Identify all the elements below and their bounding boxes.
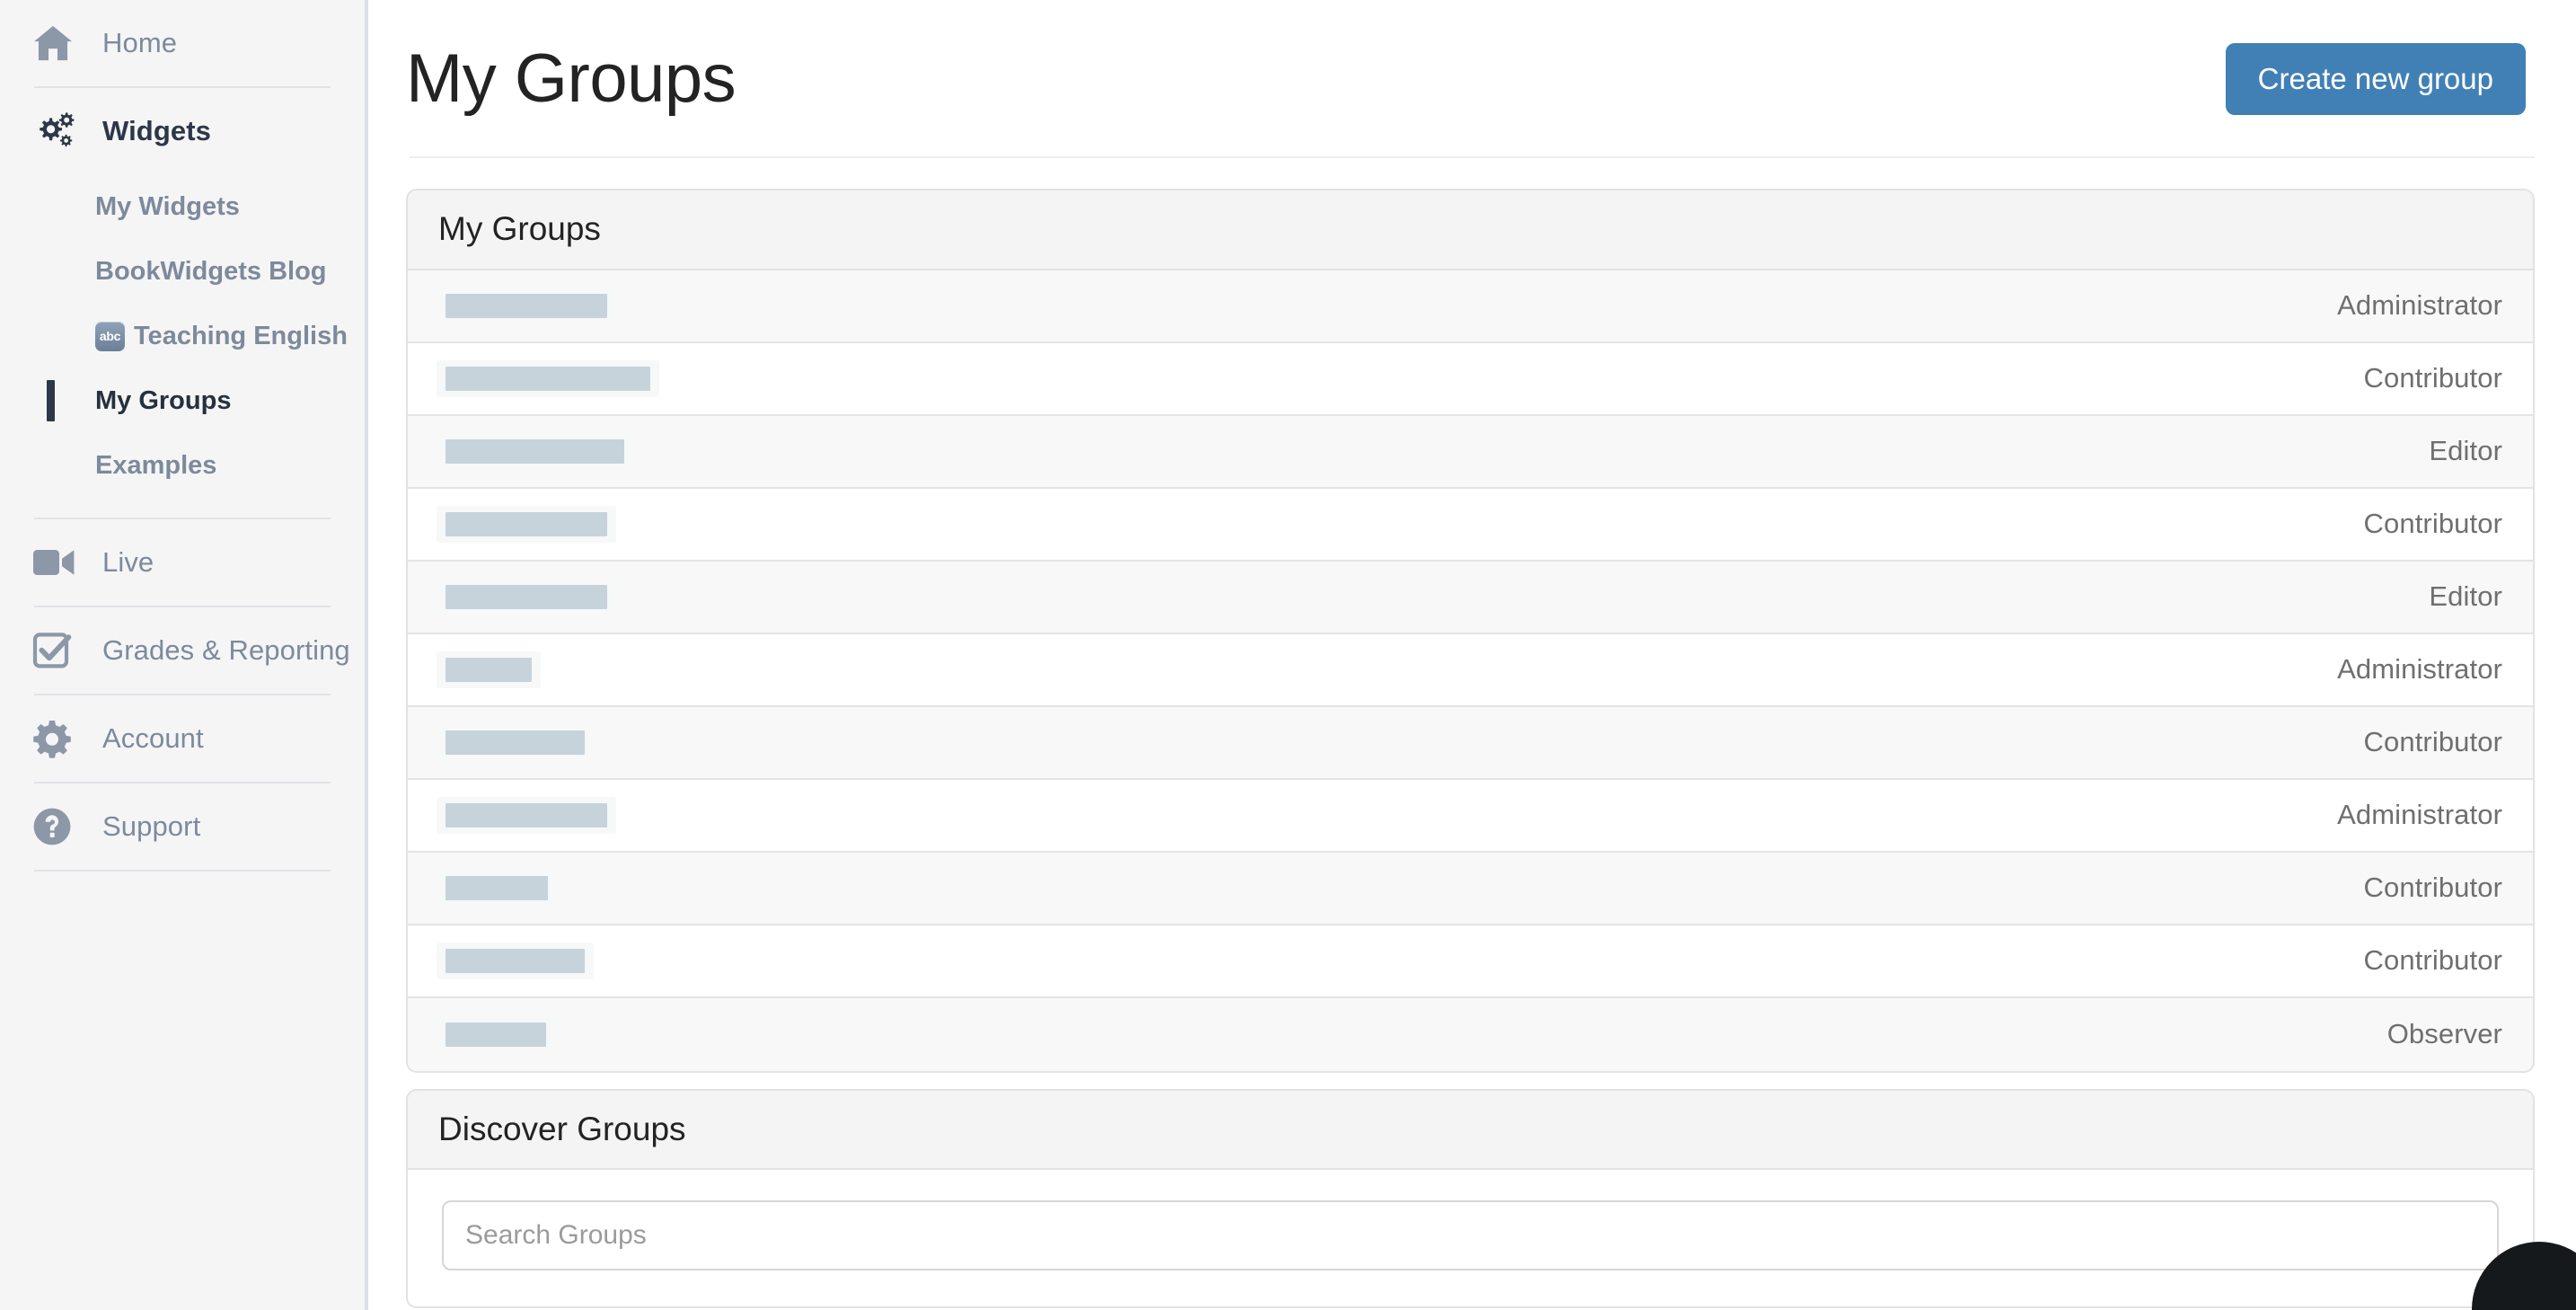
sidebar-item-home[interactable]: Home — [0, 0, 365, 86]
group-name-redacted — [437, 359, 659, 397]
sidebar-divider-6 — [34, 870, 331, 872]
redaction-bar — [446, 1022, 546, 1047]
table-row[interactable]: Contributor — [408, 852, 2533, 925]
my-groups-panel-title: My Groups — [438, 210, 601, 247]
redaction-bar — [446, 438, 624, 464]
group-role-label: Administrator — [2337, 799, 2502, 831]
group-name-redacted — [437, 651, 541, 688]
group-name-redacted — [437, 796, 616, 834]
redaction-bar — [446, 511, 607, 536]
redaction-bar — [446, 948, 585, 973]
group-role-label: Contributor — [2363, 508, 2502, 540]
sidebar-item-grades-reporting[interactable]: Grades & Reporting — [0, 607, 365, 694]
gear-icon — [32, 719, 83, 758]
gears-icon — [32, 111, 83, 152]
group-name-redacted — [437, 505, 616, 543]
group-role-label: Administrator — [2337, 653, 2502, 686]
home-icon — [32, 24, 83, 62]
group-role-label: Contributor — [2363, 944, 2502, 977]
question-circle-icon — [32, 807, 83, 846]
table-row[interactable]: Administrator — [408, 270, 2533, 343]
table-row[interactable]: Editor — [408, 415, 2533, 489]
sidebar-item-support[interactable]: Support — [0, 783, 365, 870]
group-role-label: Administrator — [2337, 289, 2502, 322]
sidebar-item-my-groups[interactable]: My Groups — [0, 368, 365, 433]
page-header: My Groups Create new group — [368, 0, 2576, 158]
sidebar-item-live[interactable]: Live — [0, 519, 365, 606]
video-camera-icon — [32, 547, 83, 578]
sidebar-item-label-home: Home — [102, 27, 178, 58]
abc-icon-text: abc — [99, 329, 121, 343]
table-row[interactable]: Contributor — [408, 488, 2533, 562]
my-groups-list: Administrator Contributor Editor Contributo… — [408, 270, 2533, 1071]
group-name-redacted — [437, 869, 557, 907]
main-content: My Groups Create new group My Groups Adm… — [368, 0, 2576, 1310]
sidebar-item-my-widgets[interactable]: My Widgets — [0, 174, 365, 239]
group-role-label: Contributor — [2363, 872, 2502, 904]
sidebar-item-label-teaching-english: Teaching English — [134, 321, 348, 350]
redaction-bar — [446, 293, 607, 318]
sidebar-item-widgets[interactable]: Widgets — [0, 88, 365, 174]
table-row[interactable]: Editor — [408, 561, 2533, 634]
group-role-label: Contributor — [2363, 726, 2502, 758]
sidebar-item-account[interactable]: Account — [0, 695, 365, 782]
table-row[interactable]: Administrator — [408, 633, 2533, 707]
table-row[interactable]: Observer — [408, 997, 2533, 1071]
checkbox-checked-icon — [32, 631, 83, 670]
discover-groups-panel-body — [408, 1170, 2533, 1307]
sidebar-item-label-account: Account — [102, 722, 204, 754]
table-row[interactable]: Contributor — [408, 706, 2533, 780]
sidebar-footer-placeholder — [0, 1265, 361, 1278]
group-name-redacted — [437, 432, 633, 470]
discover-groups-panel-title: Discover Groups — [438, 1110, 686, 1147]
sidebar-item-label-live: Live — [102, 546, 154, 578]
sidebar-item-label-my-widgets: My Widgets — [95, 191, 240, 221]
redaction-bar — [446, 730, 585, 755]
table-row[interactable]: Administrator — [408, 779, 2533, 853]
sidebar-item-label-support: Support — [102, 810, 201, 842]
my-groups-panel-header: My Groups — [408, 190, 2533, 270]
page-title: My Groups — [406, 40, 737, 117]
group-role-label: Observer — [2386, 1018, 2502, 1050]
abc-icon: abc — [95, 321, 125, 351]
group-name-redacted — [437, 287, 616, 324]
discover-groups-panel-header: Discover Groups — [408, 1090, 2533, 1171]
my-groups-panel: My Groups Administrator Contributor Editor… — [406, 189, 2535, 1073]
group-name-redacted — [437, 578, 616, 615]
active-indicator — [47, 380, 55, 421]
search-groups-input[interactable] — [442, 1200, 2499, 1271]
group-name-redacted — [437, 723, 594, 761]
group-name-redacted — [437, 1015, 555, 1053]
table-row[interactable]: Contributor — [408, 342, 2533, 416]
sidebar-item-label-my-groups: My Groups — [95, 385, 232, 415]
redaction-bar — [446, 366, 650, 391]
group-name-redacted — [437, 942, 594, 979]
redaction-bar — [446, 875, 548, 900]
sidebar-item-examples[interactable]: Examples — [0, 433, 365, 498]
redaction-bar — [446, 657, 532, 682]
discover-groups-panel: Discover Groups — [406, 1088, 2535, 1309]
content-area: My Groups Administrator Contributor Editor… — [368, 158, 2576, 1309]
redaction-bar — [446, 584, 607, 609]
group-role-label: Editor — [2429, 580, 2502, 613]
group-role-label: Contributor — [2363, 362, 2502, 394]
redaction-bar — [446, 802, 607, 828]
sidebar-item-label-bookwidgets-blog: BookWidgets Blog — [95, 256, 327, 286]
sidebar-item-teaching-english[interactable]: abc Teaching English — [0, 304, 365, 368]
app-root: Home Widgets My Widgets BookWidgets Blog… — [0, 0, 2576, 1310]
create-new-group-button[interactable]: Create new group — [2225, 42, 2526, 116]
sidebar: Home Widgets My Widgets BookWidgets Blog… — [0, 0, 368, 1310]
sidebar-item-label-widgets: Widgets — [102, 115, 211, 146]
sidebar-item-bookwidgets-blog[interactable]: BookWidgets Blog — [0, 239, 365, 304]
sidebar-item-label-examples: Examples — [95, 450, 217, 480]
table-row[interactable]: Contributor — [408, 925, 2533, 998]
group-role-label: Editor — [2429, 435, 2502, 467]
sidebar-item-label-grades-reporting: Grades & Reporting — [102, 634, 350, 666]
